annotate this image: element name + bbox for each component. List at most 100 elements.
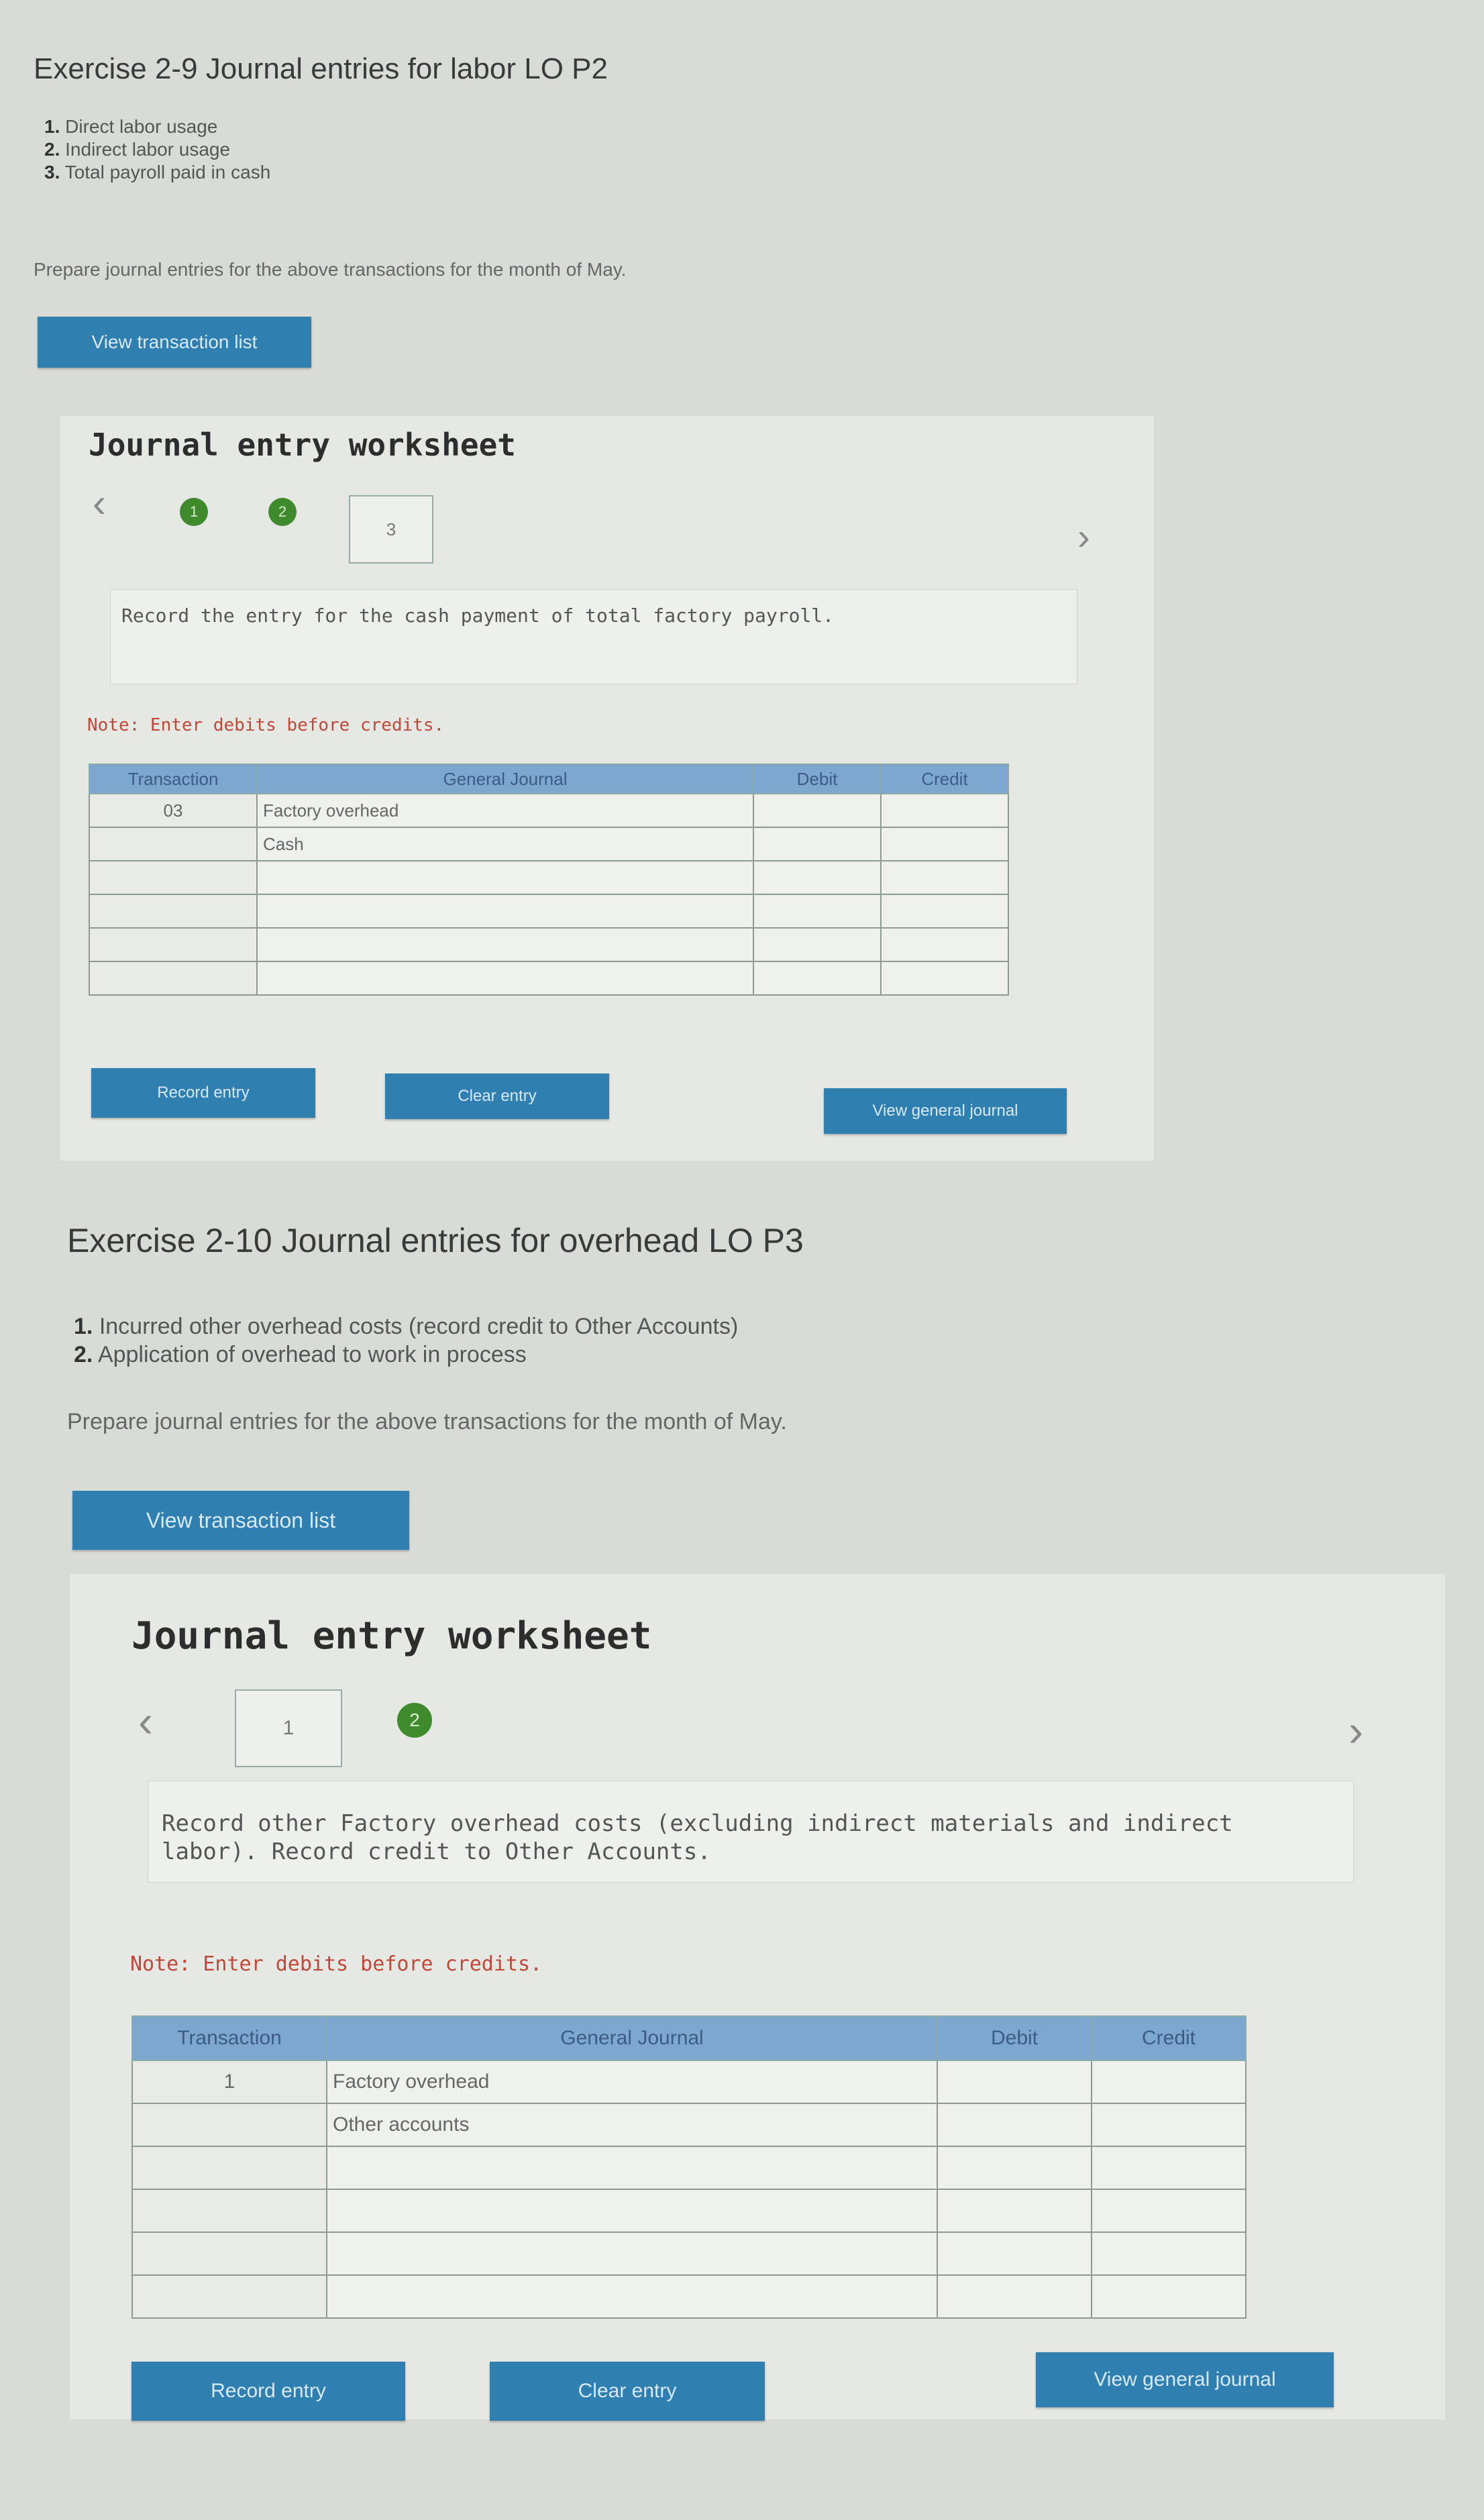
step-3-current[interactable]: 3: [349, 495, 433, 564]
debit-input[interactable]: [753, 927, 882, 962]
note-text: Note: Enter debits before credits.: [130, 1952, 543, 1976]
prompt-text: Prepare journal entries for the above tr…: [34, 259, 627, 280]
prev-arrow-icon[interactable]: ‹: [138, 1699, 153, 1743]
account-select[interactable]: Cash: [256, 827, 754, 861]
transaction-cell: [131, 2103, 327, 2147]
record-entry-button[interactable]: Record entry: [131, 2362, 405, 2421]
transaction-cell: [89, 860, 258, 895]
step-1-current[interactable]: 1: [235, 1689, 342, 1767]
view-general-journal-button[interactable]: View general journal: [1036, 2352, 1334, 2407]
credit-input[interactable]: [880, 860, 1009, 895]
debit-input[interactable]: [937, 2103, 1092, 2147]
credit-input[interactable]: [880, 927, 1009, 962]
credit-input[interactable]: [1091, 2103, 1247, 2147]
column-header-credit: Credit: [1091, 2015, 1247, 2061]
view-transaction-list-button[interactable]: View transaction list: [38, 317, 311, 368]
step-1-complete[interactable]: 1: [180, 498, 208, 526]
debit-input[interactable]: [937, 2274, 1092, 2319]
exercise-title: Exercise 2-9 Journal entries for labor L…: [34, 52, 608, 85]
worksheet-title: Journal entry worksheet: [131, 1614, 652, 1658]
table-row: 1 Factory overhead: [131, 2060, 1247, 2104]
clear-entry-button[interactable]: Clear entry: [385, 1073, 609, 1119]
prev-arrow-icon[interactable]: ‹: [93, 483, 106, 523]
transaction-cell: [89, 827, 258, 861]
next-arrow-icon[interactable]: ›: [1077, 518, 1090, 556]
step-2[interactable]: 2: [397, 1703, 432, 1738]
table-row: [89, 860, 1009, 895]
account-select[interactable]: [256, 961, 754, 996]
debit-input[interactable]: [753, 894, 882, 929]
credit-input[interactable]: [1091, 2060, 1247, 2104]
table-row: [89, 894, 1009, 929]
credit-input[interactable]: [880, 827, 1009, 861]
exercise-title: Exercise 2-10 Journal entries for overhe…: [67, 1222, 804, 1259]
account-select[interactable]: [256, 860, 754, 895]
debit-input[interactable]: [937, 2146, 1092, 2190]
column-header-transaction: Transaction: [89, 764, 258, 794]
instruction-text: Record other Factory overhead costs (exc…: [162, 1810, 1233, 1865]
step-2-complete[interactable]: 2: [268, 498, 297, 526]
credit-input[interactable]: [880, 961, 1009, 996]
view-general-journal-button[interactable]: View general journal: [824, 1088, 1067, 1134]
column-header-credit: Credit: [880, 764, 1009, 794]
column-header-transaction: Transaction: [131, 2015, 327, 2061]
table-row: [131, 2189, 1247, 2233]
transaction-cell: [89, 961, 258, 996]
next-arrow-icon[interactable]: ›: [1348, 1708, 1363, 1752]
account-select[interactable]: [256, 894, 754, 929]
account-select[interactable]: [326, 2146, 938, 2190]
debit-input[interactable]: [753, 793, 882, 828]
credit-input[interactable]: [880, 793, 1009, 828]
worksheet-title: Journal entry worksheet: [89, 427, 516, 463]
debit-input[interactable]: [937, 2232, 1092, 2276]
account-select[interactable]: Factory overhead: [256, 793, 754, 828]
journal-table: Transaction General Journal Debit Credit…: [89, 764, 1009, 996]
debit-input[interactable]: [753, 961, 882, 996]
transaction-cell: [131, 2189, 327, 2233]
debit-input[interactable]: [753, 827, 882, 861]
debit-input[interactable]: [937, 2060, 1092, 2104]
column-header-general-journal: General Journal: [256, 764, 754, 794]
column-header-general-journal: General Journal: [326, 2015, 938, 2061]
prompt-text: Prepare journal entries for the above tr…: [67, 1409, 787, 1434]
list-item: 2. Application of overhead to work in pr…: [74, 1342, 527, 1367]
instruction-text: Record the entry for the cash payment of…: [121, 605, 835, 627]
debit-input[interactable]: [937, 2189, 1092, 2233]
account-select[interactable]: [326, 2232, 938, 2276]
table-row: [131, 2146, 1247, 2190]
journal-table: Transaction General Journal Debit Credit…: [131, 2015, 1247, 2319]
account-select[interactable]: [326, 2274, 938, 2319]
list-item: 1. Direct labor usage: [44, 116, 218, 137]
clear-entry-button[interactable]: Clear entry: [490, 2362, 765, 2421]
credit-input[interactable]: [1091, 2232, 1247, 2276]
list-item: 2. Indirect labor usage: [44, 139, 231, 160]
credit-input[interactable]: [1091, 2274, 1247, 2319]
transaction-list: 1. Incurred other overhead costs (record…: [74, 1312, 738, 1369]
transaction-cell: 03: [89, 793, 258, 828]
account-select[interactable]: [256, 927, 754, 962]
table-row: 03 Factory overhead: [89, 793, 1009, 828]
list-item: 1. Incurred other overhead costs (record…: [74, 1314, 739, 1339]
note-text: Note: Enter debits before credits.: [87, 715, 445, 735]
record-entry-button[interactable]: Record entry: [91, 1068, 315, 1118]
table-row: [131, 2232, 1247, 2276]
transaction-cell: [131, 2274, 327, 2319]
debit-input[interactable]: [753, 860, 882, 895]
account-select[interactable]: [326, 2189, 938, 2233]
credit-input[interactable]: [1091, 2146, 1247, 2190]
table-row: Cash: [89, 827, 1009, 861]
table-row: [131, 2274, 1247, 2319]
view-transaction-list-button[interactable]: View transaction list: [72, 1491, 409, 1550]
instruction-box: Record the entry for the cash payment of…: [110, 589, 1077, 684]
account-select[interactable]: Factory overhead: [326, 2060, 938, 2104]
column-header-debit: Debit: [937, 2015, 1092, 2061]
transaction-cell: [131, 2232, 327, 2276]
transaction-list: 1. Direct labor usage 2. Indirect labor …: [44, 115, 270, 184]
account-select[interactable]: Other accounts: [326, 2103, 938, 2147]
transaction-cell: 1: [131, 2060, 327, 2104]
credit-input[interactable]: [1091, 2189, 1247, 2233]
table-row: Other accounts: [131, 2103, 1247, 2147]
list-item: 3. Total payroll paid in cash: [44, 162, 271, 182]
column-header-debit: Debit: [753, 764, 882, 794]
credit-input[interactable]: [880, 894, 1009, 929]
